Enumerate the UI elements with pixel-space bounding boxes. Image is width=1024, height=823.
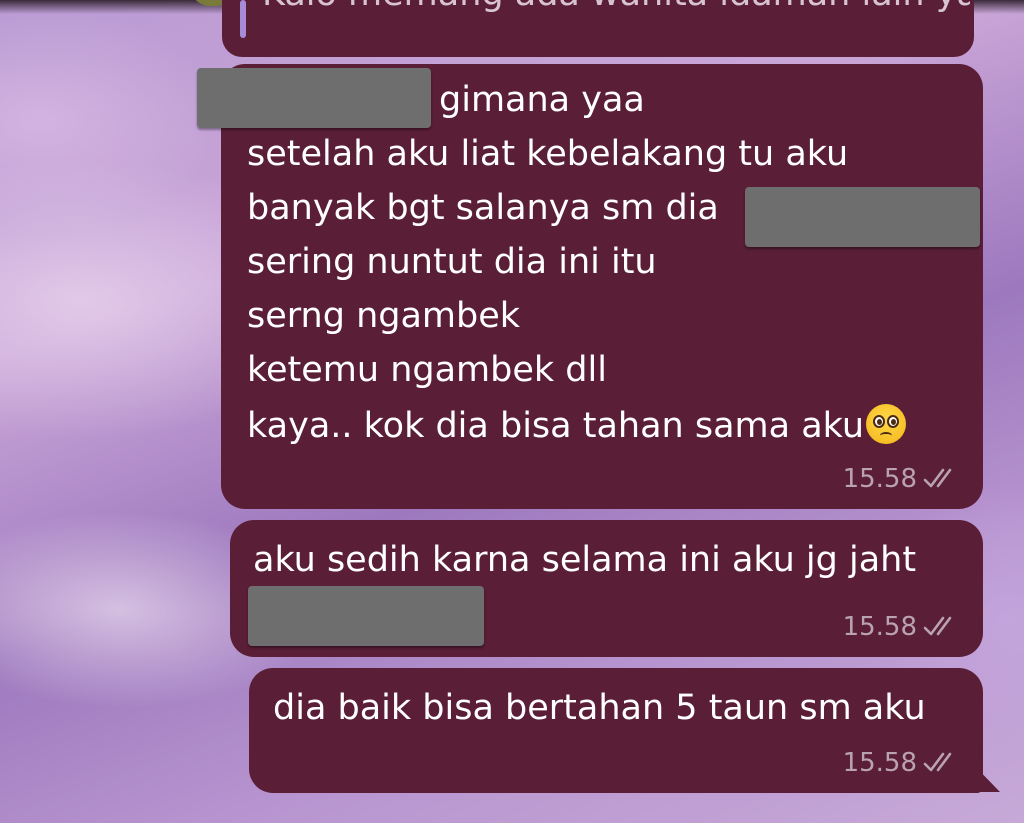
- timestamp: 15.58: [842, 612, 917, 642]
- quoted-message-bubble[interactable]: Kalo memang ada wanita idaman lain ya si…: [222, 0, 974, 57]
- message-line: setelah aku liat kebelakang tu aku: [247, 134, 849, 174]
- chat-screen: Kalo memang ada wanita idaman lain ya si…: [0, 0, 1024, 823]
- message-text: kaya.. kok dia bisa tahan sama aku: [247, 406, 865, 446]
- double-check-icon: [923, 468, 952, 488]
- message-meta: 15.58: [843, 464, 959, 494]
- redacted-block: [248, 586, 484, 646]
- message-line: ketemu ngambek dll: [247, 350, 607, 390]
- reply-preview[interactable]: Kalo memang ada wanita idaman lain ya si…: [230, 0, 970, 38]
- timestamp: 15.58: [842, 464, 917, 494]
- message-line: aku sedih karna selama ini aku jg jaht: [253, 540, 917, 580]
- quoted-text: Kalo memang ada wanita idaman lain ya si…: [262, 0, 970, 14]
- double-check-icon: [923, 616, 952, 636]
- redacted-block: [197, 68, 431, 128]
- pleading-face-emoji: [866, 404, 907, 444]
- message-line: banyak bgt salanya sm dia: [247, 188, 719, 228]
- message-meta: 15.58: [843, 612, 959, 642]
- message-line: sering nuntut dia ini itu: [247, 242, 657, 282]
- message-bubble[interactable]: dia baik bisa bertahan 5 taun sm aku 15.…: [249, 668, 983, 793]
- message-line: gimana yaa: [439, 80, 645, 120]
- message-line: dia baik bisa bertahan 5 taun sm aku: [273, 688, 926, 728]
- message-bubble[interactable]: aku sedih karna selama ini aku jg jaht 1…: [230, 520, 983, 657]
- message-bubble[interactable]: gimana yaa setelah aku liat kebelakang t…: [197, 64, 983, 509]
- quote-accent-bar: [240, 0, 246, 38]
- redacted-block: [745, 187, 980, 247]
- message-meta: 15.58: [843, 748, 959, 778]
- double-check-icon: [923, 752, 952, 772]
- message-line: serng ngambek: [247, 296, 521, 336]
- timestamp: 15.58: [842, 748, 917, 778]
- message-line-last: kaya.. kok dia bisa tahan sama aku: [247, 404, 907, 446]
